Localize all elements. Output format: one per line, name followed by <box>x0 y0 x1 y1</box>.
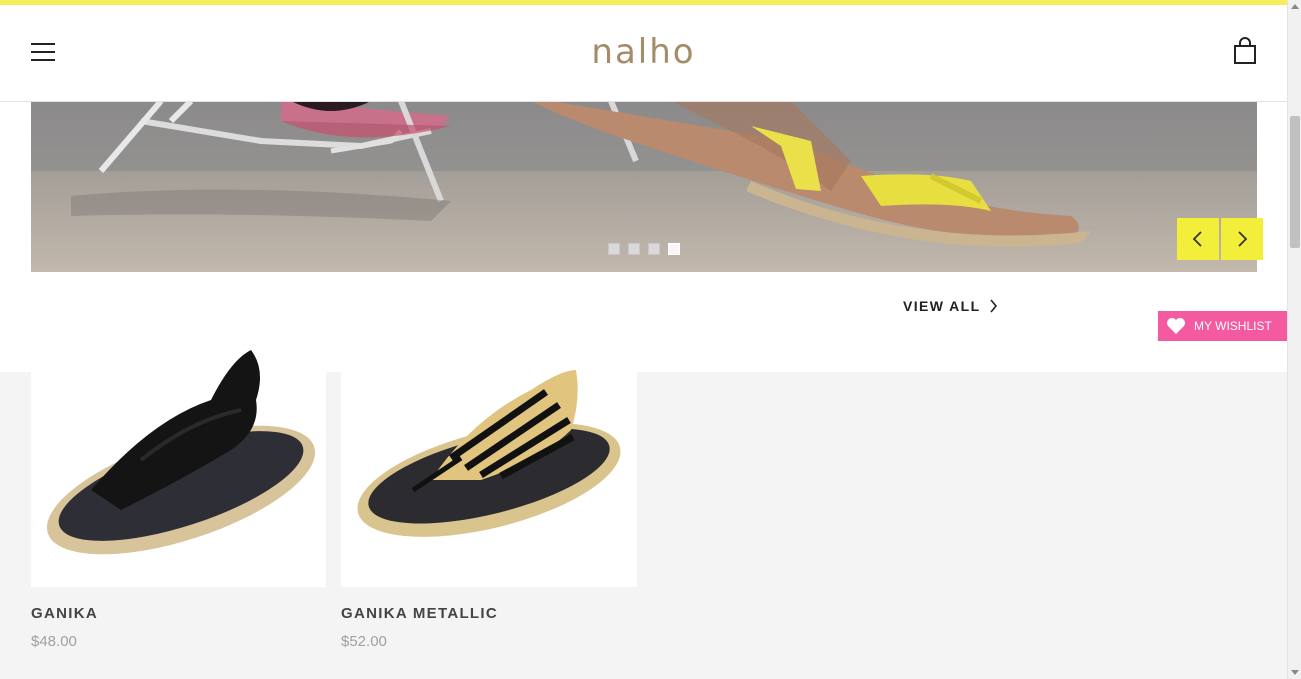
scroll-down-arrow-icon[interactable] <box>1291 670 1299 675</box>
product-name[interactable]: GANIKA <box>31 605 326 622</box>
product-name[interactable]: GANIKA METALLIC <box>341 605 637 622</box>
product-price: $52.00 <box>341 633 387 650</box>
wishlist-label: MY WISHLIST <box>1194 319 1272 333</box>
view-all-link[interactable]: VIEW ALL <box>903 298 998 314</box>
cart-button[interactable] <box>1232 37 1258 65</box>
slide-dot-4[interactable] <box>668 243 680 255</box>
slide-prev-button[interactable] <box>1177 218 1219 260</box>
product-image[interactable] <box>341 340 637 587</box>
product-card[interactable]: GANIKA $48.00 <box>31 340 326 650</box>
wishlist-button[interactable]: MY WISHLIST <box>1158 311 1287 341</box>
slide-dot-2[interactable] <box>628 243 640 255</box>
sandal-image-black <box>46 350 316 555</box>
slide-dot-1[interactable] <box>608 243 620 255</box>
product-card[interactable]: GANIKA METALLIC $52.00 <box>341 340 637 650</box>
shopping-bag-icon <box>1234 37 1256 64</box>
slide-next-button[interactable] <box>1221 218 1263 260</box>
scrollbar-thumb[interactable] <box>1290 116 1300 248</box>
scroll-up-arrow-icon[interactable] <box>1291 4 1299 9</box>
product-price: $48.00 <box>31 633 77 650</box>
sandal-image-metallic <box>357 370 621 537</box>
chevron-right-icon <box>989 299 997 313</box>
view-all-label: VIEW ALL <box>903 298 981 314</box>
slide-pagination <box>608 243 680 255</box>
site-logo[interactable]: nalho <box>0 32 1287 72</box>
page: nalho VIEW ALL MY WISHLIST GANIKA $48.00… <box>0 0 1301 679</box>
slide-dot-3[interactable] <box>648 243 660 255</box>
chevron-right-icon <box>1238 231 1248 247</box>
page-scrollbar[interactable] <box>1287 0 1301 679</box>
product-image[interactable] <box>31 340 326 587</box>
chevron-left-icon <box>1192 231 1202 247</box>
heart-icon <box>1167 318 1185 334</box>
site-header: nalho <box>0 5 1287 102</box>
